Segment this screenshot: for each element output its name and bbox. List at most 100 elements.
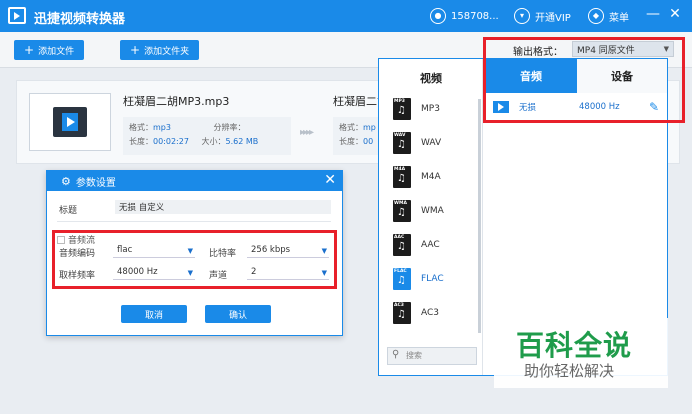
duration-label: 长度： (129, 137, 153, 146)
category-video-tab[interactable]: 视频 (379, 65, 483, 93)
confirm-button[interactable]: 确认 (205, 305, 271, 323)
format-name: WMA (421, 206, 444, 216)
divider (57, 221, 331, 222)
add-folder-button[interactable]: + 添加文件夹 (120, 40, 200, 60)
output-duration-label: 长度： (339, 137, 363, 146)
music-note-icon: ♫ (397, 275, 406, 286)
format-item-m4a[interactable]: M4A ♫ M4A (393, 161, 473, 193)
bitrate-select[interactable]: 256 kbps ▼ (247, 245, 329, 258)
wma-file-icon: WMA ♫ (393, 200, 411, 222)
size-value: 5.62 MB (225, 137, 259, 146)
add-file-button[interactable]: + 添加文件 (14, 40, 85, 60)
codec-select[interactable]: flac ▼ (113, 245, 195, 258)
preset-rate: 48000 Hz (579, 102, 620, 112)
music-note-icon: ♫ (397, 139, 406, 150)
wav-icon-tag: WAV (394, 133, 406, 138)
size-label: 大小： (201, 137, 226, 146)
format-name: AAC (421, 240, 440, 250)
edit-icon[interactable]: ✎ (649, 100, 659, 114)
m4a-file-icon: M4A ♫ (393, 166, 411, 188)
audio-stream-checkbox[interactable] (57, 236, 65, 244)
format-value: mp3 (153, 123, 171, 132)
music-note-icon: ♫ (397, 105, 406, 116)
title-field-label: 标题 (59, 206, 78, 216)
format-search-input[interactable]: ⚲ 搜索 (387, 347, 477, 365)
flac-file-icon: FLAC ♫ (393, 268, 411, 290)
samplerate-value: 48000 Hz (117, 267, 158, 277)
ac3-icon-tag: AC3 (394, 303, 404, 308)
output-format-label: 输出格式： (513, 47, 563, 58)
dialog-close-button[interactable]: ✕ (324, 172, 336, 188)
add-file-label: 添加文件 (38, 46, 75, 57)
user-id: 158708... (451, 10, 499, 22)
format-name: M4A (421, 172, 441, 182)
channel-label: 声道 (209, 271, 228, 281)
m4a-icon-tag: M4A (394, 167, 406, 172)
music-note-icon: ♫ (397, 173, 406, 184)
music-note-icon: ♫ (397, 207, 406, 218)
file-name: 枉凝眉二胡MP3.mp3 (123, 95, 230, 108)
app-logo-icon (8, 7, 26, 24)
format-item-wav[interactable]: WAV ♫ WAV (393, 127, 473, 159)
chevron-down-icon: ▼ (663, 45, 669, 53)
mp3-file-icon: MP3 ♫ (393, 98, 411, 120)
output-duration-value: 00 (363, 137, 374, 146)
title-bar: 迅捷视频转换器 ● 158708... ▾ 开通VIP ◆ 菜单 — ✕ (0, 0, 692, 32)
menu-cube-icon: ◆ (588, 8, 604, 24)
preset-row-lossless[interactable]: 无损 48000 Hz ✎ (489, 95, 663, 119)
format-item-wma[interactable]: WMA ♫ WMA (393, 195, 473, 227)
format-item-ac3[interactable]: AC3 ♫ AC3 (393, 297, 473, 329)
format-label: 格式： (129, 123, 153, 132)
chevron-down-icon: ▼ (187, 269, 193, 277)
format-item-flac[interactable]: FLAC ♫ FLAC (393, 263, 473, 295)
format-item-mp3[interactable]: MP3 ♫ MP3 (393, 93, 473, 125)
output-format-value: MP4 同原文件 (577, 46, 635, 56)
close-window-button[interactable]: ✕ (666, 6, 684, 22)
menu-label: 菜单 (609, 12, 629, 24)
menu-button[interactable]: ◆ 菜单 (588, 7, 629, 25)
output-format-label: 格式： (339, 123, 363, 132)
cancel-button[interactable]: 取消 (121, 305, 187, 323)
format-list-scrollbar[interactable] (478, 99, 481, 333)
format-category-column: 视频 MP3 ♫ MP3 WAV ♫ WAV M4A ♫ M4A WMA ♫ WMA A… (379, 59, 483, 375)
plus-icon: + (130, 43, 141, 57)
dialog-title-bar: ⚙ 参数设置 (47, 171, 342, 191)
file-meta: 格式：mp3 分辨率： 长度：00:02:27 大小：5.62 MB (123, 117, 291, 155)
watermark-logo: 百科全说 助你轻松解决 (494, 318, 668, 388)
output-format-value: mp (363, 123, 376, 132)
vip-button[interactable]: ▾ 开通VIP (514, 7, 571, 25)
ac3-file-icon: AC3 ♫ (393, 302, 411, 324)
preset-name: 无损 (519, 103, 537, 113)
aac-file-icon: AAC ♫ (393, 234, 411, 256)
watermark-main-text: 百科全说 (516, 329, 633, 362)
vip-label: 开通VIP (535, 12, 571, 24)
music-note-icon: ♫ (397, 309, 406, 320)
codec-value: flac (117, 245, 133, 255)
samplerate-select[interactable]: 48000 Hz ▼ (113, 267, 195, 280)
flac-icon-tag: FLAC (394, 269, 407, 274)
title-field-input[interactable]: 无损 自定义 (115, 200, 331, 214)
output-format-select[interactable]: MP4 同原文件 ▼ (572, 41, 674, 57)
file-thumbnail (29, 93, 111, 151)
resolution-label: 分辨率： (213, 123, 246, 132)
plus-icon: + (24, 43, 35, 57)
user-account-button[interactable]: ● 158708... (430, 7, 499, 25)
format-item-aac[interactable]: AAC ♫ AAC (393, 229, 473, 261)
duration-value: 00:02:27 (153, 137, 189, 146)
format-name: AC3 (421, 308, 440, 318)
channel-select[interactable]: 2 ▼ (247, 267, 329, 280)
format-name: FLAC (421, 274, 444, 284)
tab-device[interactable]: 设备 (577, 59, 667, 93)
output-file-meta: 格式：mp 长度：00 (333, 117, 378, 155)
minimize-button[interactable]: — (644, 6, 662, 22)
music-note-icon: ♫ (397, 241, 406, 252)
parameter-settings-dialog: ⚙ 参数设置 ✕ 标题 无损 自定义 音频流 音频编码 flac ▼ 比特率 25… (46, 170, 343, 336)
wma-icon-tag: WMA (394, 201, 407, 206)
format-name: MP3 (421, 104, 440, 114)
dialog-title: 参数设置 (75, 177, 116, 189)
codec-label: 音频编码 (59, 249, 96, 259)
tab-audio[interactable]: 音频 (485, 59, 577, 93)
user-icon: ● (430, 8, 446, 24)
samplerate-label: 取样频率 (59, 271, 96, 281)
search-placeholder: 搜索 (406, 351, 422, 360)
